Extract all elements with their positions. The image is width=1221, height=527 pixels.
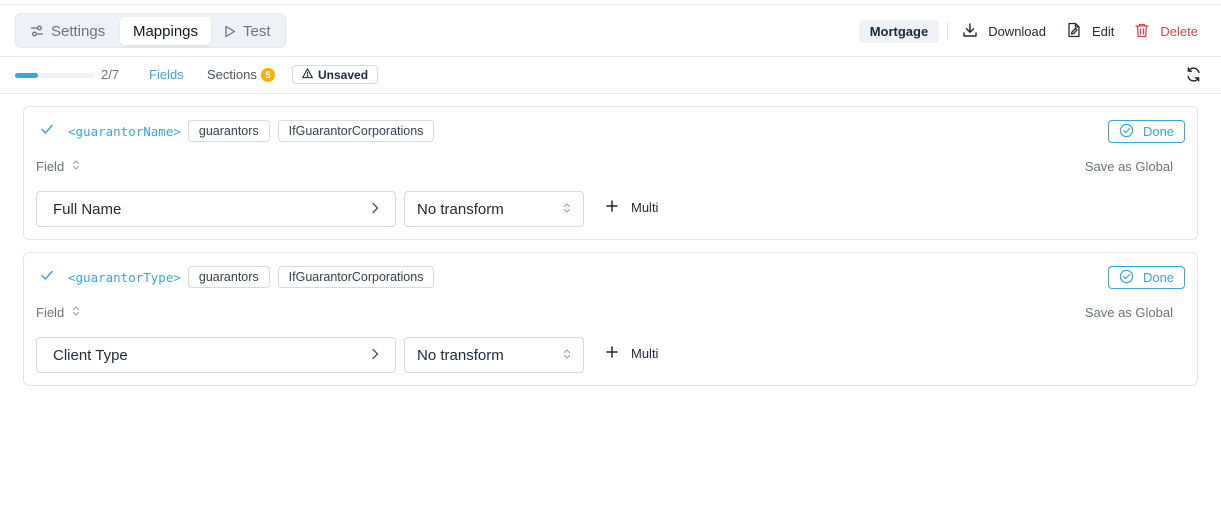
trash-icon: [1134, 22, 1150, 41]
plus-icon: [606, 346, 618, 361]
edit-label: Edit: [1092, 23, 1115, 39]
chevron-up-down-icon: [72, 305, 80, 320]
scope-chip: guarantors: [187, 266, 270, 288]
divider: [947, 22, 949, 40]
condition-chip: IfGuarantorCorporations: [277, 120, 435, 142]
play-icon: [224, 25, 236, 38]
template-badge: Mortgage: [858, 19, 940, 43]
field-source-toggle[interactable]: Field: [36, 305, 80, 320]
condition-chip: IfGuarantorCorporations: [277, 266, 435, 288]
field-label: Field: [36, 159, 65, 174]
field-label: Field: [36, 305, 65, 320]
field-select[interactable]: Client Type: [36, 337, 396, 373]
tab-settings-label: Settings: [51, 22, 106, 40]
plus-icon: [606, 200, 618, 215]
download-label: Download: [988, 23, 1047, 39]
chevron-up-down-icon: [72, 159, 80, 174]
transform-select[interactable]: No transform: [404, 191, 584, 227]
edit-button[interactable]: Edit: [1066, 22, 1114, 41]
field-select[interactable]: Full Name: [36, 191, 396, 227]
delete-label: Delete: [1160, 23, 1198, 39]
chevron-right-icon: [371, 347, 379, 364]
field-value: Client Type: [53, 346, 128, 364]
sections-link[interactable]: Sections 5: [207, 67, 275, 82]
download-button[interactable]: Download: [962, 22, 1046, 41]
sections-count-badge: 5: [260, 67, 275, 82]
check-icon: [40, 268, 54, 286]
progress-count: 2/7: [101, 67, 120, 82]
chevron-right-icon: [371, 201, 379, 218]
download-icon: [962, 22, 978, 41]
unsaved-label: Unsaved: [318, 67, 369, 82]
chevron-up-down-icon: [563, 201, 571, 218]
file-edit-icon: [1066, 22, 1082, 41]
transform-value: No transform: [417, 346, 504, 364]
fields-link[interactable]: Fields: [149, 67, 184, 82]
check-circle-icon: [1119, 123, 1134, 141]
mapping-card: <guarantorName> guarantors IfGuarantorCo…: [23, 106, 1198, 240]
field-value: Full Name: [53, 200, 122, 218]
mapping-header: <guarantorName> guarantors IfGuarantorCo…: [40, 120, 442, 142]
check-circle-icon: [1119, 269, 1134, 287]
done-button[interactable]: Done: [1108, 120, 1185, 143]
progress-fill: [15, 73, 38, 78]
tab-test[interactable]: Test: [224, 17, 271, 45]
tab-mappings[interactable]: Mappings: [120, 17, 211, 45]
header-actions: Mortgage Download Edit Delete: [858, 19, 1198, 43]
delete-button[interactable]: Delete: [1134, 22, 1198, 41]
done-button[interactable]: Done: [1108, 266, 1185, 289]
transform-select[interactable]: No transform: [404, 337, 584, 373]
variable-name: <guarantorType>: [68, 269, 181, 285]
refresh-icon[interactable]: [1185, 66, 1202, 88]
mapping-card: <guarantorType> guarantors IfGuarantorCo…: [23, 252, 1198, 386]
view-tabs: Settings Mappings Test: [15, 13, 286, 48]
chevron-up-down-icon: [563, 347, 571, 364]
mapping-header: <guarantorType> guarantors IfGuarantorCo…: [40, 266, 442, 288]
multi-button[interactable]: Multi: [606, 346, 658, 361]
top-bar: Settings Mappings Test Mortgage Download: [0, 4, 1221, 57]
sliders-icon: [30, 24, 44, 38]
multi-button[interactable]: Multi: [606, 200, 658, 215]
multi-label: Multi: [631, 200, 659, 215]
unsaved-badge: Unsaved: [292, 65, 379, 84]
mapping-progress-bar: [15, 73, 95, 78]
save-as-global-button[interactable]: Save as Global: [1085, 305, 1173, 320]
variable-name: <guarantorName>: [68, 123, 181, 139]
transform-value: No transform: [417, 200, 504, 218]
done-label: Done: [1142, 270, 1175, 285]
tab-test-label: Test: [243, 22, 271, 40]
save-as-global-button[interactable]: Save as Global: [1085, 159, 1173, 174]
field-source-toggle[interactable]: Field: [36, 159, 80, 174]
tab-mappings-label: Mappings: [132, 22, 199, 40]
warning-icon: [302, 67, 313, 82]
status-bar: 2/7 Fields Sections 5 Unsaved: [0, 57, 1221, 94]
done-label: Done: [1142, 124, 1175, 139]
sections-label: Sections: [207, 67, 257, 82]
check-icon: [40, 122, 54, 140]
tab-settings[interactable]: Settings: [30, 17, 105, 45]
multi-label: Multi: [631, 346, 659, 361]
scope-chip: guarantors: [187, 120, 270, 142]
